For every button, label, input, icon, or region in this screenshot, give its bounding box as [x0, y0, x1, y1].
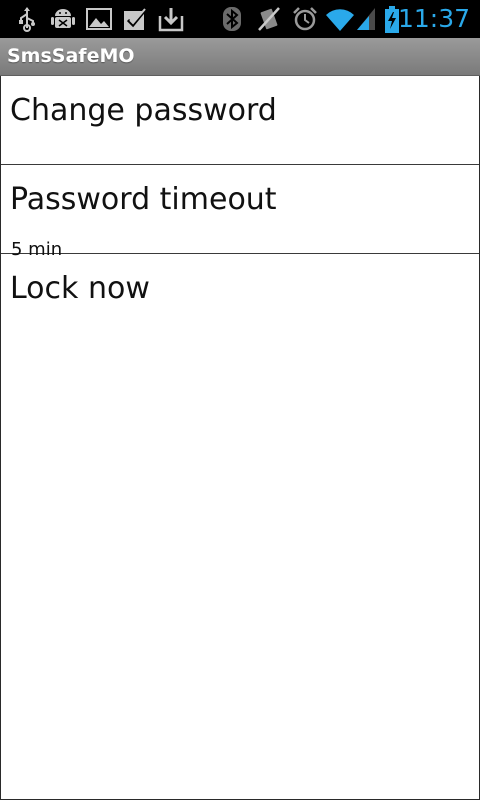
pref-password-timeout[interactable]: Password timeout 5 min	[1, 165, 479, 260]
pref-lock-now[interactable]: Lock now	[1, 254, 479, 343]
pref-label: Lock now	[10, 271, 150, 306]
pref-label: Password timeout	[10, 182, 277, 217]
gallery-icon	[86, 6, 112, 32]
preferences-list: Change password Password timeout 5 min L…	[0, 76, 480, 800]
pref-label: Change password	[10, 93, 277, 128]
alarm-icon	[292, 6, 318, 32]
status-clock: 11:37	[397, 4, 470, 33]
task-check-icon	[122, 6, 148, 32]
vibrate-off-icon	[256, 6, 282, 32]
usb-icon	[14, 6, 40, 32]
bluetooth-icon	[222, 6, 242, 32]
download-icon	[158, 6, 184, 32]
title-bar: SmsSafeMO	[0, 38, 480, 76]
status-bar: 11:37	[0, 0, 480, 38]
app-title: SmsSafeMO	[7, 45, 135, 67]
signal-icon	[355, 6, 377, 32]
wifi-icon	[325, 6, 355, 32]
pref-change-password[interactable]: Change password	[1, 76, 479, 165]
android-debug-icon	[50, 6, 76, 32]
